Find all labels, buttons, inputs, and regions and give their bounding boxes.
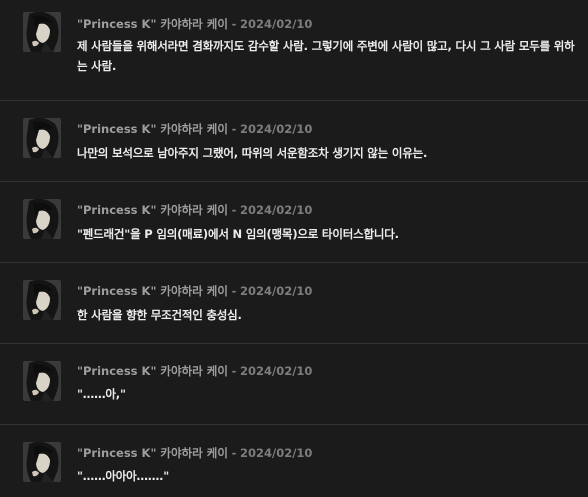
author-name[interactable]: "Princess K" 카야하라 케이 <box>77 203 228 217</box>
avatar[interactable] <box>23 118 61 158</box>
header-separator: - <box>231 203 237 217</box>
comment-text: "펜드래건"을 P 임의(매료)에서 N 임의(맹목)으로 타이터스합니다. <box>77 227 399 241</box>
comment-date: 2024/02/10 <box>240 364 313 378</box>
comment-item: "Princess K" 카야하라 케이 - 2024/02/10 한 사람을 … <box>0 263 588 343</box>
header-separator: - <box>231 122 237 136</box>
comment-header: "Princess K" 카야하라 케이 - 2024/02/10 <box>77 364 312 378</box>
avatar[interactable] <box>23 199 61 239</box>
comment-date: 2024/02/10 <box>240 122 313 136</box>
author-name[interactable]: "Princess K" 카야하라 케이 <box>77 446 228 460</box>
author-name[interactable]: "Princess K" 카야하라 케이 <box>77 364 228 378</box>
author-name[interactable]: "Princess K" 카야하라 케이 <box>77 284 228 298</box>
comment-header: "Princess K" 카야하라 케이 - 2024/02/10 <box>77 284 312 298</box>
comment-item: "Princess K" 카야하라 케이 - 2024/02/10 제 사람들을… <box>0 0 588 100</box>
avatar-image <box>23 12 61 52</box>
avatar[interactable] <box>23 442 61 482</box>
comment-text: 한 사람을 향한 무조건적인 충성심. <box>77 308 242 322</box>
comment-item: "Princess K" 카야하라 케이 - 2024/02/10 나만의 보석… <box>0 101 588 181</box>
avatar[interactable] <box>23 12 61 52</box>
header-separator: - <box>231 284 237 298</box>
header-separator: - <box>231 17 237 31</box>
comment-item: "Princess K" 카야하라 케이 - 2024/02/10 "……아," <box>0 344 588 424</box>
avatar-image <box>23 118 61 158</box>
comment-date: 2024/02/10 <box>240 446 313 460</box>
avatar[interactable] <box>23 361 61 401</box>
comment-date: 2024/02/10 <box>240 17 313 31</box>
comment-date: 2024/02/10 <box>240 284 313 298</box>
author-name[interactable]: "Princess K" 카야하라 케이 <box>77 122 228 136</box>
avatar-image <box>23 280 61 320</box>
comment-list: "Princess K" 카야하라 케이 - 2024/02/10 제 사람들을… <box>0 0 588 497</box>
avatar-image <box>23 199 61 239</box>
comment-header: "Princess K" 카야하라 케이 - 2024/02/10 <box>77 446 312 460</box>
comment-item: "Princess K" 카야하라 케이 - 2024/02/10 "……아아아… <box>0 425 588 497</box>
avatar[interactable] <box>23 280 61 320</box>
comment-header: "Princess K" 카야하라 케이 - 2024/02/10 <box>77 122 312 136</box>
comment-text: "……아," <box>77 387 126 401</box>
author-name[interactable]: "Princess K" 카야하라 케이 <box>77 17 228 31</box>
avatar-image <box>23 361 61 401</box>
comment-text: 제 사람들을 위해서라면 겸화까지도 감수할 사람. 그렇기에 주변에 사람이 … <box>77 39 575 73</box>
header-separator: - <box>231 446 237 460</box>
comment-item: "Princess K" 카야하라 케이 - 2024/02/10 "펜드래건"… <box>0 182 588 262</box>
comment-text: "……아아아……." <box>77 469 170 483</box>
comment-date: 2024/02/10 <box>240 203 313 217</box>
comment-header: "Princess K" 카야하라 케이 - 2024/02/10 <box>77 17 312 31</box>
avatar-image <box>23 442 61 482</box>
header-separator: - <box>231 364 237 378</box>
comment-header: "Princess K" 카야하라 케이 - 2024/02/10 <box>77 203 312 217</box>
comment-text: 나만의 보석으로 남아주지 그랬어, 따위의 서운함조차 생기지 않는 이유는. <box>77 146 428 160</box>
